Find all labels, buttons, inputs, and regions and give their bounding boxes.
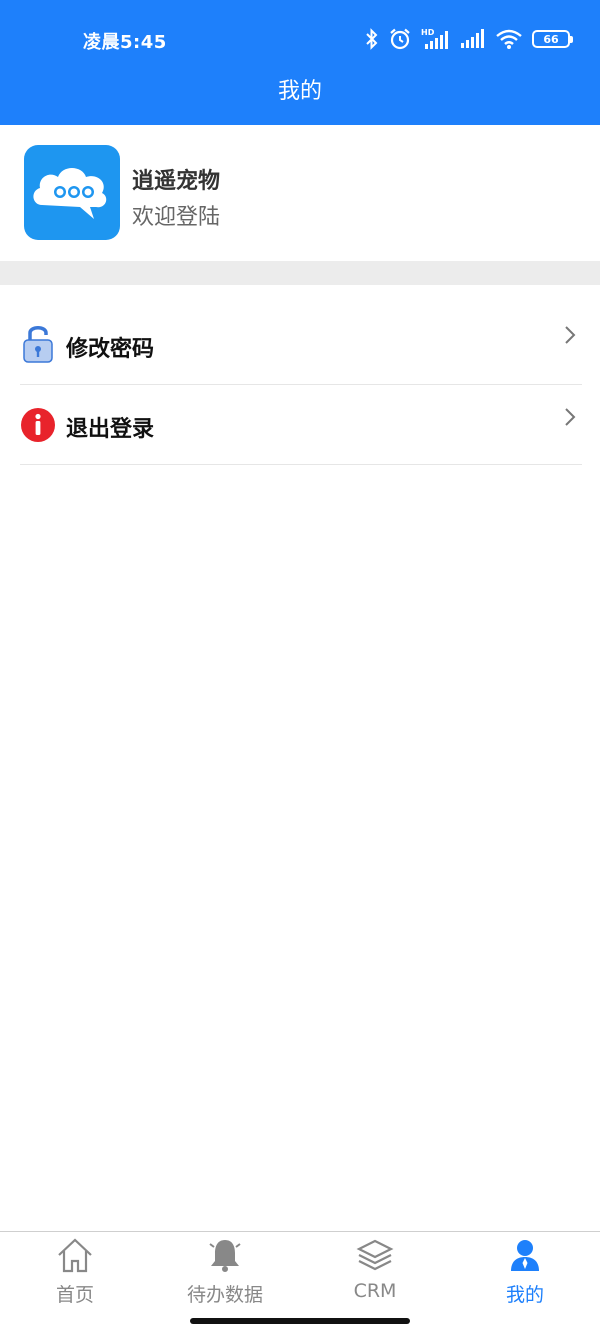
tab-label: CRM [353,1280,397,1302]
profile-card[interactable]: 逍遥宠物 欢迎登陆 [0,125,600,261]
status-icons: HD 66 [365,24,573,54]
chevron-right-icon [565,408,576,426]
chevron-right-icon [565,326,576,344]
signal-icon [461,29,484,48]
status-bar: 凌晨5:45 HD 66 [0,0,600,76]
tab-home[interactable]: 首页 [0,1232,150,1312]
login-welcome-text: 欢迎登陆 [132,205,221,230]
home-indicator[interactable] [190,1318,410,1324]
bluetooth-icon [366,28,378,50]
user-icon [511,1240,539,1271]
wifi-icon [496,29,522,49]
info-alert-icon [21,408,55,442]
layers-icon [356,1239,394,1271]
lock-icon [23,326,53,363]
settings-menu: 修改密码 退出登录 [20,305,582,465]
battery-icon: 66 [532,30,573,48]
section-divider [0,261,600,285]
status-time: 凌晨5:45 [83,32,167,53]
tab-label: 我的 [505,1284,544,1306]
menu-item-label: 退出登录 [66,417,155,442]
svg-text:HD: HD [421,28,435,37]
app-name: 逍遥宠物 [132,169,221,194]
tab-todo[interactable]: 待办数据 [150,1232,300,1312]
tab-mine[interactable]: 我的 [450,1232,600,1312]
bell-icon [209,1240,241,1272]
menu-item-logout[interactable]: 退出登录 [20,385,582,465]
battery-level: 66 [543,32,559,46]
tab-crm[interactable]: CRM [300,1232,450,1312]
tab-label: 首页 [55,1284,94,1306]
tab-label: 待办数据 [186,1284,263,1306]
hd-signal-icon: HD [421,28,448,49]
cloud-chat-logo [24,145,120,240]
menu-item-change-password[interactable]: 修改密码 [20,305,582,385]
alarm-icon [390,28,410,50]
menu-item-label: 修改密码 [66,337,155,362]
home-icon [58,1238,92,1273]
app-header: 凌晨5:45 HD 66 我的 [0,0,600,125]
page-title: 我的 [277,79,322,104]
